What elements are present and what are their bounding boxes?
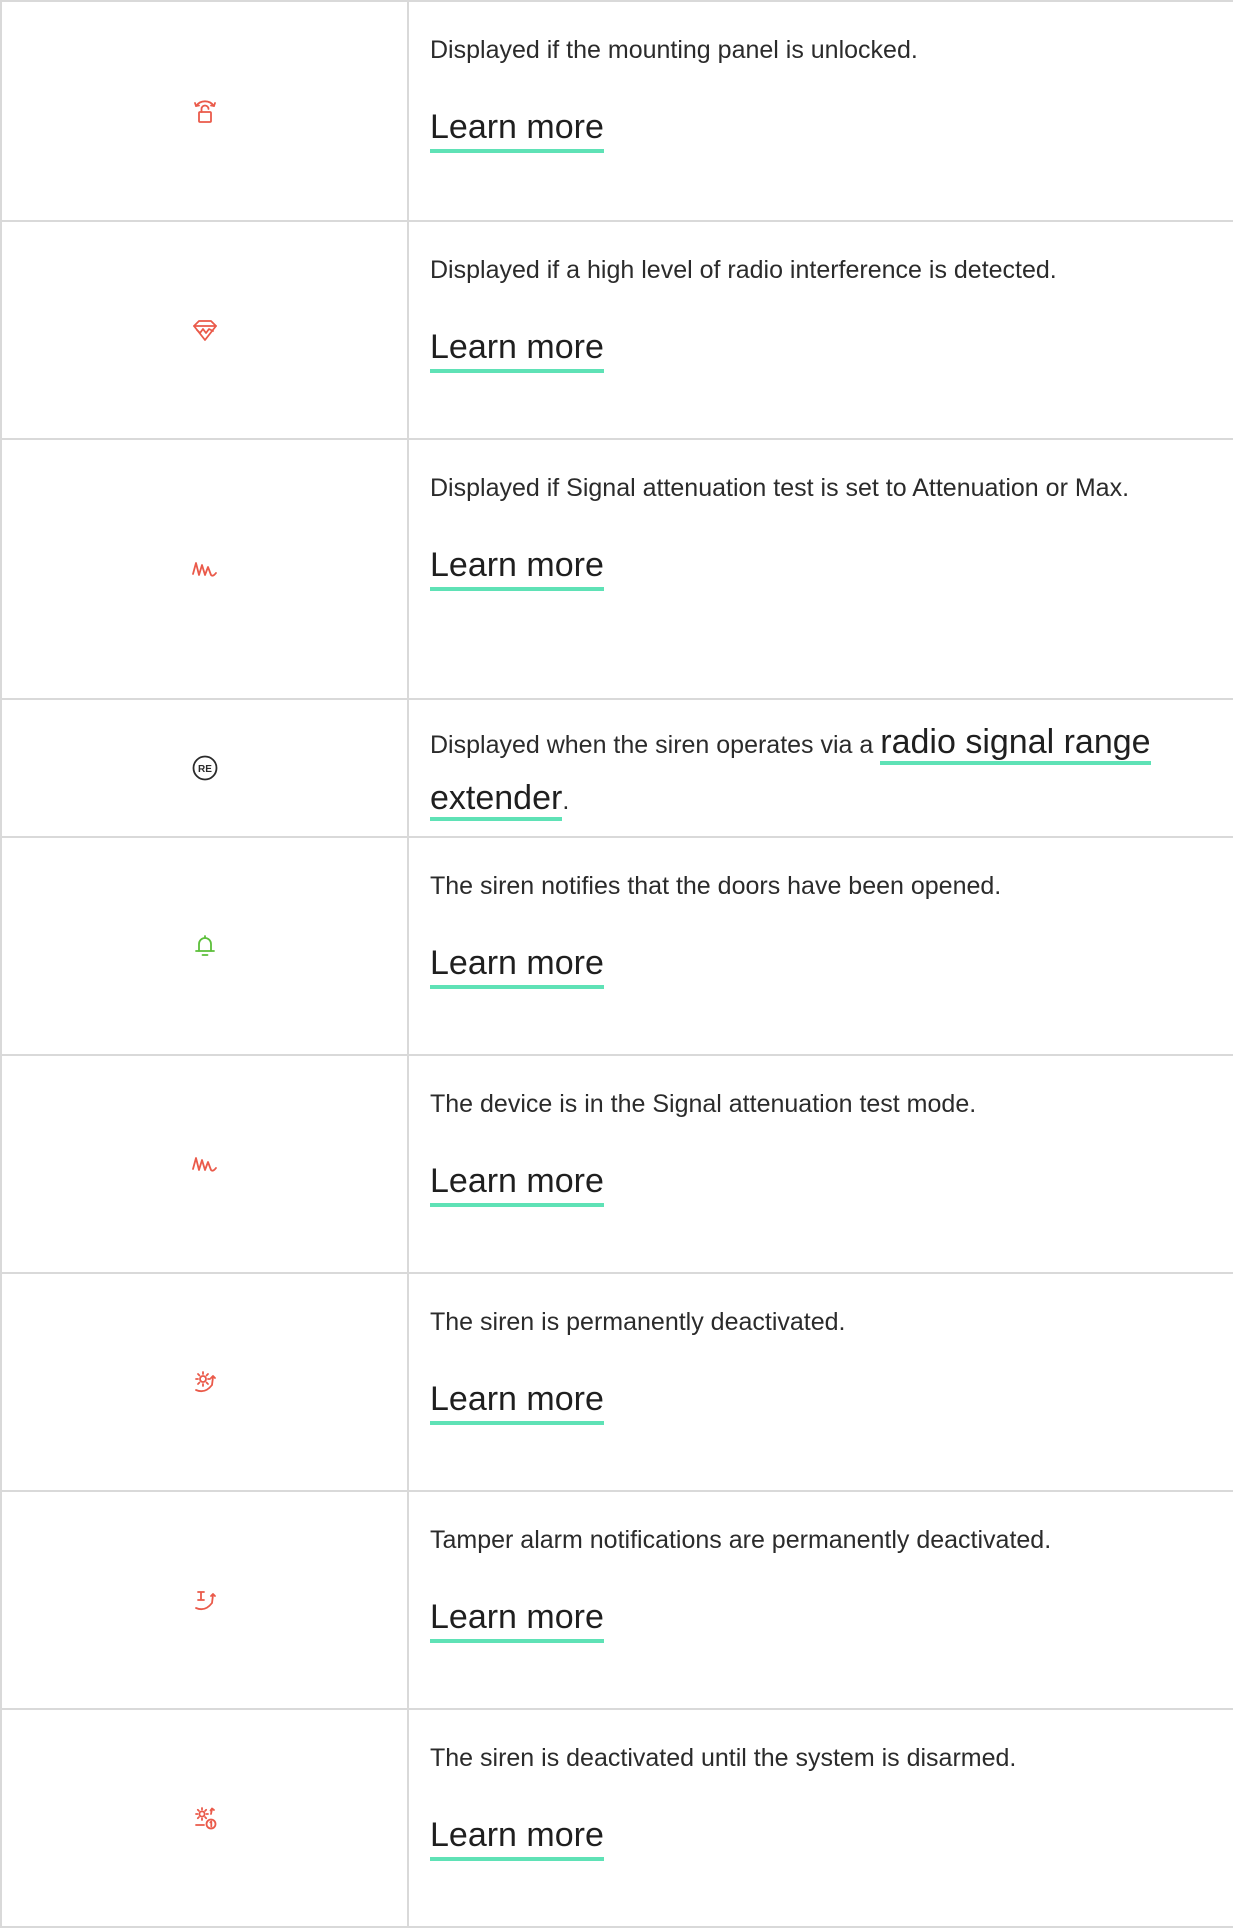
description-cell: Displayed if a high level of radio inter… (409, 222, 1233, 438)
learn-more-link[interactable]: Learn more (430, 326, 604, 373)
icon-cell (0, 222, 409, 438)
table-row: Displayed if a high level of radio inter… (0, 222, 1233, 440)
description-cell: Displayed if Signal attenuation test is … (409, 440, 1233, 698)
row-description: The device is in the Signal attenuation … (430, 1090, 977, 1118)
learn-more-link[interactable]: Learn more (430, 1596, 604, 1643)
icon-cell (0, 2, 409, 220)
row-description: Displayed if a high level of radio inter… (430, 256, 1057, 284)
icon-cell (0, 838, 409, 1054)
table-row: Displayed if Signal attenuation test is … (0, 440, 1233, 700)
description-cell: The siren notifies that the doors have b… (409, 838, 1233, 1054)
learn-more-link[interactable]: Learn more (430, 1160, 604, 1207)
tamper-deactivated-icon (191, 1586, 219, 1614)
table-row: Tamper alarm notifications are permanent… (0, 1492, 1233, 1710)
deactivated-until-disarm-icon (191, 1804, 219, 1832)
row-description: Displayed if the mounting panel is unloc… (430, 36, 918, 64)
table-row: The siren is permanently deactivated. Le… (0, 1274, 1233, 1492)
description-cell: Displayed when the siren operates via a … (409, 700, 1233, 836)
status-icons-table: Displayed if the mounting panel is unloc… (0, 0, 1233, 1928)
icon-cell (0, 440, 409, 698)
signal-attenuation-test-icon (191, 1150, 219, 1178)
description-cell: The device is in the Signal attenuation … (409, 1056, 1233, 1272)
icon-cell (0, 1056, 409, 1272)
door-chime-bell-icon (191, 932, 219, 960)
range-extender-icon-text: RE (198, 764, 212, 775)
row-description: The siren is permanently deactivated. (430, 1308, 846, 1336)
range-extender-icon: RE (191, 754, 219, 782)
permanently-deactivated-icon (191, 1368, 219, 1396)
row-description: Tamper alarm notifications are permanent… (430, 1526, 1052, 1554)
row-description: The siren is deactivated until the syste… (430, 1744, 1017, 1772)
icon-cell (0, 1492, 409, 1708)
table-row: The siren notifies that the doors have b… (0, 838, 1233, 1056)
row-description: The siren notifies that the doors have b… (430, 872, 1002, 900)
table-row: RE Displayed when the siren operates via… (0, 700, 1233, 838)
row-description: Displayed if Signal attenuation test is … (430, 474, 1130, 502)
description-cell: Tamper alarm notifications are permanent… (409, 1492, 1233, 1708)
description-suffix: . (562, 787, 570, 815)
table-row: The device is in the Signal attenuation … (0, 1056, 1233, 1274)
learn-more-link[interactable]: Learn more (430, 942, 604, 989)
learn-more-link[interactable]: Learn more (430, 106, 604, 153)
description-cell: The siren is deactivated until the syste… (409, 1710, 1233, 1926)
learn-more-link[interactable]: Learn more (430, 1378, 604, 1425)
unlocked-mounting-panel-icon (191, 97, 219, 125)
description-cell: The siren is permanently deactivated. Le… (409, 1274, 1233, 1490)
table-row: Displayed if the mounting panel is unloc… (0, 2, 1233, 222)
icon-cell: RE (0, 700, 409, 836)
icon-cell (0, 1710, 409, 1926)
row-description: Displayed when the siren operates via a … (430, 716, 1165, 828)
table-row: The siren is deactivated until the syste… (0, 1710, 1233, 1928)
learn-more-link[interactable]: Learn more (430, 1814, 604, 1861)
signal-attenuation-icon (191, 555, 219, 583)
description-prefix: Displayed when the siren operates via a (430, 731, 881, 759)
radio-interference-icon (191, 316, 219, 344)
learn-more-link[interactable]: Learn more (430, 544, 604, 591)
icon-cell (0, 1274, 409, 1490)
description-cell: Displayed if the mounting panel is unloc… (409, 2, 1233, 220)
